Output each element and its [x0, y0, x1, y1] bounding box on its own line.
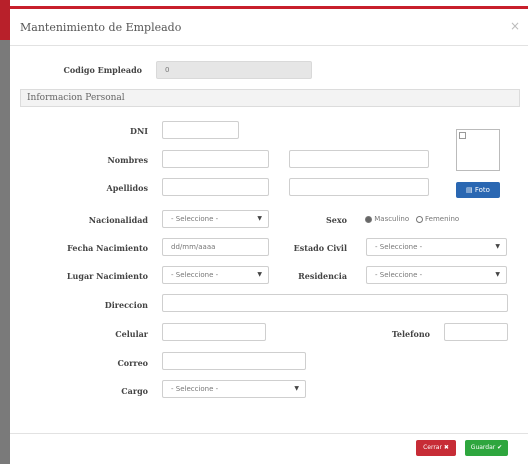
lugar-nacimiento-select[interactable]: - Seleccione - ▼	[162, 266, 269, 284]
direccion-label: Direccion	[104, 300, 148, 310]
apellidos-label: Apellidos	[106, 183, 148, 193]
chevron-down-icon: ▼	[257, 215, 262, 222]
correo-input[interactable]	[162, 352, 306, 370]
codigo-label: Codigo Empleado	[63, 65, 142, 75]
radio-masculino-label: Masculino	[374, 215, 410, 223]
check-circle-icon: ✔	[497, 444, 503, 451]
direccion-input[interactable]	[162, 294, 508, 312]
sexo-label: Sexo	[326, 215, 347, 225]
photo-preview	[456, 129, 500, 171]
lugar-nacimiento-value: - Seleccione -	[171, 271, 219, 279]
cancel-button-label: Cerrar	[423, 444, 442, 451]
chevron-down-icon: ▼	[257, 271, 262, 278]
fecha-nacimiento-input[interactable]: dd/mm/aaaa	[162, 238, 269, 256]
dni-label: DNI	[130, 126, 148, 136]
nombres-label: Nombres	[107, 155, 148, 165]
backdrop-accent	[0, 0, 10, 40]
cancel-button[interactable]: Cerrar ✖	[416, 440, 456, 456]
close-icon[interactable]: ×	[510, 19, 520, 33]
residencia-select[interactable]: - Seleccione - ▼	[366, 266, 507, 284]
photo-button[interactable]: ▤ Foto	[456, 182, 500, 198]
cargo-value: - Seleccione -	[171, 385, 219, 393]
save-button-label: Guardar	[470, 444, 496, 451]
radio-masculino[interactable]	[365, 215, 372, 223]
folder-open-icon: ▤	[466, 186, 473, 194]
apellidos-input-2[interactable]	[289, 178, 429, 196]
nombres-input-2[interactable]	[289, 150, 429, 168]
codigo-field: 0	[156, 61, 312, 79]
estado-civil-label: Estado Civil	[293, 243, 347, 253]
radio-femenino[interactable]	[415, 215, 423, 223]
residencia-label: Residencia	[298, 271, 347, 281]
employee-modal: Mantenimiento de Empleado × Codigo Emple…	[10, 6, 528, 467]
chevron-down-icon: ▼	[495, 271, 500, 278]
residencia-value: - Seleccione -	[375, 271, 423, 279]
celular-input[interactable]	[162, 323, 266, 341]
nacionalidad-label: Nacionalidad	[88, 215, 148, 225]
correo-label: Correo	[117, 358, 148, 368]
telefono-label: Telefono	[391, 329, 430, 339]
modal-title: Mantenimiento de Empleado	[20, 21, 182, 34]
apellidos-input-1[interactable]	[162, 178, 269, 196]
nacionalidad-value: - Seleccione -	[171, 215, 219, 223]
photo-button-label: Foto	[474, 186, 490, 194]
chevron-down-icon: ▼	[294, 385, 299, 392]
chevron-down-icon: ▼	[495, 243, 500, 250]
sexo-radio-group: Masculino Femenino	[365, 215, 459, 223]
radio-femenino-label: Femenino	[425, 215, 460, 223]
cargo-select[interactable]: - Seleccione - ▼	[162, 380, 306, 398]
nacionalidad-select[interactable]: - Seleccione - ▼	[162, 210, 269, 228]
title-divider	[10, 45, 528, 46]
estado-civil-value: - Seleccione -	[375, 243, 423, 251]
close-circle-icon: ✖	[443, 444, 449, 451]
footer-divider	[10, 433, 528, 434]
celular-label: Celular	[115, 329, 148, 339]
nombres-input-1[interactable]	[162, 150, 269, 168]
section-header: Informacion Personal	[20, 89, 520, 107]
save-button[interactable]: Guardar ✔	[465, 440, 508, 456]
broken-image-icon	[459, 132, 466, 139]
estado-civil-select[interactable]: - Seleccione - ▼	[366, 238, 507, 256]
fecha-nacimiento-label: Fecha Nacimiento	[67, 243, 148, 253]
cargo-label: Cargo	[121, 386, 148, 396]
backdrop	[0, 0, 10, 464]
dni-input[interactable]	[162, 121, 239, 139]
lugar-nacimiento-label: Lugar Nacimiento	[66, 271, 148, 281]
telefono-input[interactable]	[444, 323, 508, 341]
